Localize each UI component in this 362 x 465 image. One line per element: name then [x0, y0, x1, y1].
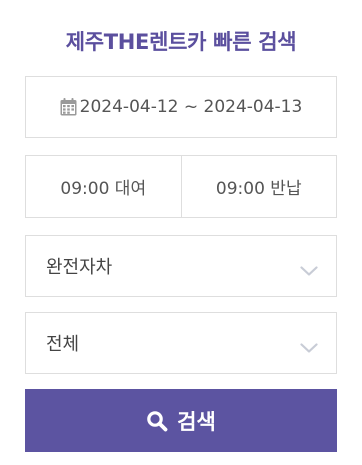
category-select[interactable]: 전체	[25, 312, 337, 374]
car-type-select-value: 완전자차	[46, 257, 113, 278]
chevron-down-icon	[300, 261, 318, 276]
search-button-label: 검색	[177, 410, 216, 434]
search-icon	[146, 410, 168, 432]
category-select-value: 전체	[46, 334, 80, 355]
return-time-field[interactable]: 09:00 반납	[180, 156, 337, 217]
page-title: 제주THE렌트카 빠른 검색	[65, 30, 297, 54]
car-type-select[interactable]: 완전자차	[25, 235, 337, 297]
calendar-icon	[60, 98, 77, 116]
search-button[interactable]: 검색	[25, 389, 337, 452]
time-selector-row: 09:00 대여 09:00 반납	[25, 155, 337, 218]
date-range-value: 2024-04-12 ~ 2024-04-13	[79, 97, 303, 117]
pickup-time-field[interactable]: 09:00 대여	[26, 156, 181, 217]
date-range-field[interactable]: 2024-04-12 ~ 2024-04-13	[25, 76, 337, 138]
chevron-down-icon	[300, 338, 318, 353]
